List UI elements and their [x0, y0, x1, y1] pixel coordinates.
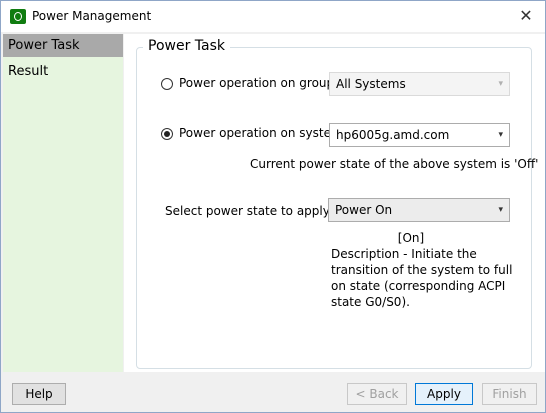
chevron-down-icon: ▾: [498, 205, 503, 215]
group-select-value: All Systems: [336, 77, 406, 91]
current-power-state: Current power state of the above system …: [250, 157, 539, 171]
sidebar-item-power-task[interactable]: Power Task: [3, 34, 123, 57]
power-state-select[interactable]: Power On ▾: [328, 198, 510, 222]
sidebar: Power Task Result: [3, 34, 123, 372]
back-button[interactable]: < Back: [347, 383, 407, 405]
group-radio[interactable]: [161, 78, 173, 90]
group-radio-label: Power operation on group: [179, 76, 335, 90]
app-icon: [10, 9, 26, 24]
power-state-label: Select power state to apply: [165, 204, 330, 218]
chevron-down-icon: ▾: [498, 130, 503, 140]
sidebar-item-result[interactable]: Result: [3, 60, 123, 83]
groupbox-title: Power Task: [143, 38, 230, 54]
power-state-description: [On] Description - Initiate the transiti…: [331, 230, 521, 310]
power-state-select-value: Power On: [335, 203, 393, 217]
system-radio[interactable]: [161, 128, 173, 140]
system-select[interactable]: hp6005g.amd.com ▾: [329, 123, 510, 147]
system-radio-label: Power operation on system: [179, 126, 343, 140]
power-management-window: Power Management ✕ Power Task Result Pow…: [0, 0, 546, 413]
description-text: Description - Initiate the transition of…: [331, 247, 513, 309]
finish-button[interactable]: Finish: [482, 383, 537, 405]
chevron-down-icon: ▾: [498, 79, 503, 89]
title-bar: Power Management ✕: [1, 1, 545, 32]
system-select-value: hp6005g.amd.com: [336, 128, 450, 142]
description-state: [On]: [397, 231, 425, 245]
group-select[interactable]: All Systems ▾: [329, 72, 510, 96]
apply-button[interactable]: Apply: [415, 383, 473, 405]
close-icon[interactable]: ✕: [515, 5, 537, 27]
help-button[interactable]: Help: [12, 383, 66, 405]
window-title: Power Management: [32, 9, 152, 23]
